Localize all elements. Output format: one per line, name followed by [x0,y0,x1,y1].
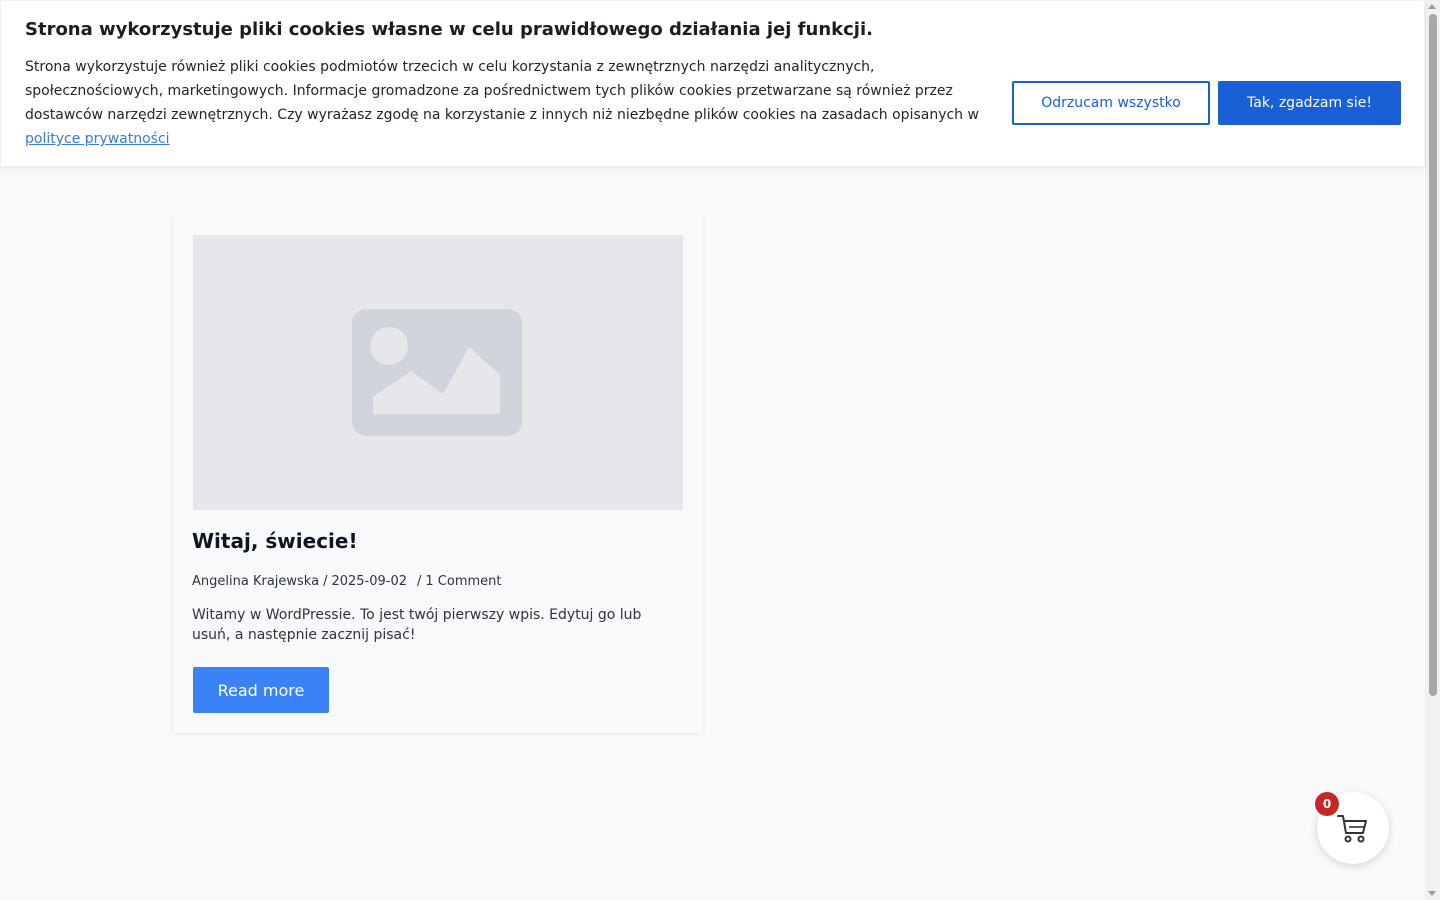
accept-cookies-button[interactable]: Tak, zgadzam sie! [1218,81,1401,125]
cookie-text: Strona wykorzystuje również pliki cookie… [25,55,985,151]
post-excerpt: Witamy w WordPressie. To jest twój pierw… [192,607,642,643]
privacy-policy-link[interactable]: polityce prywatności [25,131,170,147]
post-meta: Angelina Krajewska/2025-09-02/1 Comment [192,574,502,589]
post-title[interactable]: Witaj, świecie! [192,529,358,553]
cookie-banner: Strona wykorzystuje pliki cookies własne… [1,1,1424,166]
image-placeholder-icon [352,309,522,436]
meta-separator: / [417,574,422,589]
post-date[interactable]: 2025-09-02 [331,574,407,589]
post-thumbnail[interactable] [193,235,683,510]
reject-all-button[interactable]: Odrzucam wszystko [1012,81,1210,125]
cookie-text-body: Strona wykorzystuje również pliki cookie… [25,59,979,123]
shopping-cart-icon [1337,815,1367,843]
read-more-button[interactable]: Read more [193,667,329,713]
cookie-title: Strona wykorzystuje pliki cookies własne… [25,19,873,40]
scrollbar-thumb[interactable] [1429,14,1437,696]
page-scrollbar[interactable] [1425,0,1440,900]
meta-separator: / [323,574,328,589]
post-author[interactable]: Angelina Krajewska [192,574,319,589]
post-card: Witaj, świecie! Angelina Krajewska/2025-… [173,215,703,733]
post-comments-link[interactable]: 1 Comment [425,574,501,589]
scroll-up-arrow-icon[interactable] [1428,4,1436,9]
scroll-down-arrow-icon[interactable] [1428,891,1436,896]
cart-count-badge: 0 [1315,792,1339,816]
